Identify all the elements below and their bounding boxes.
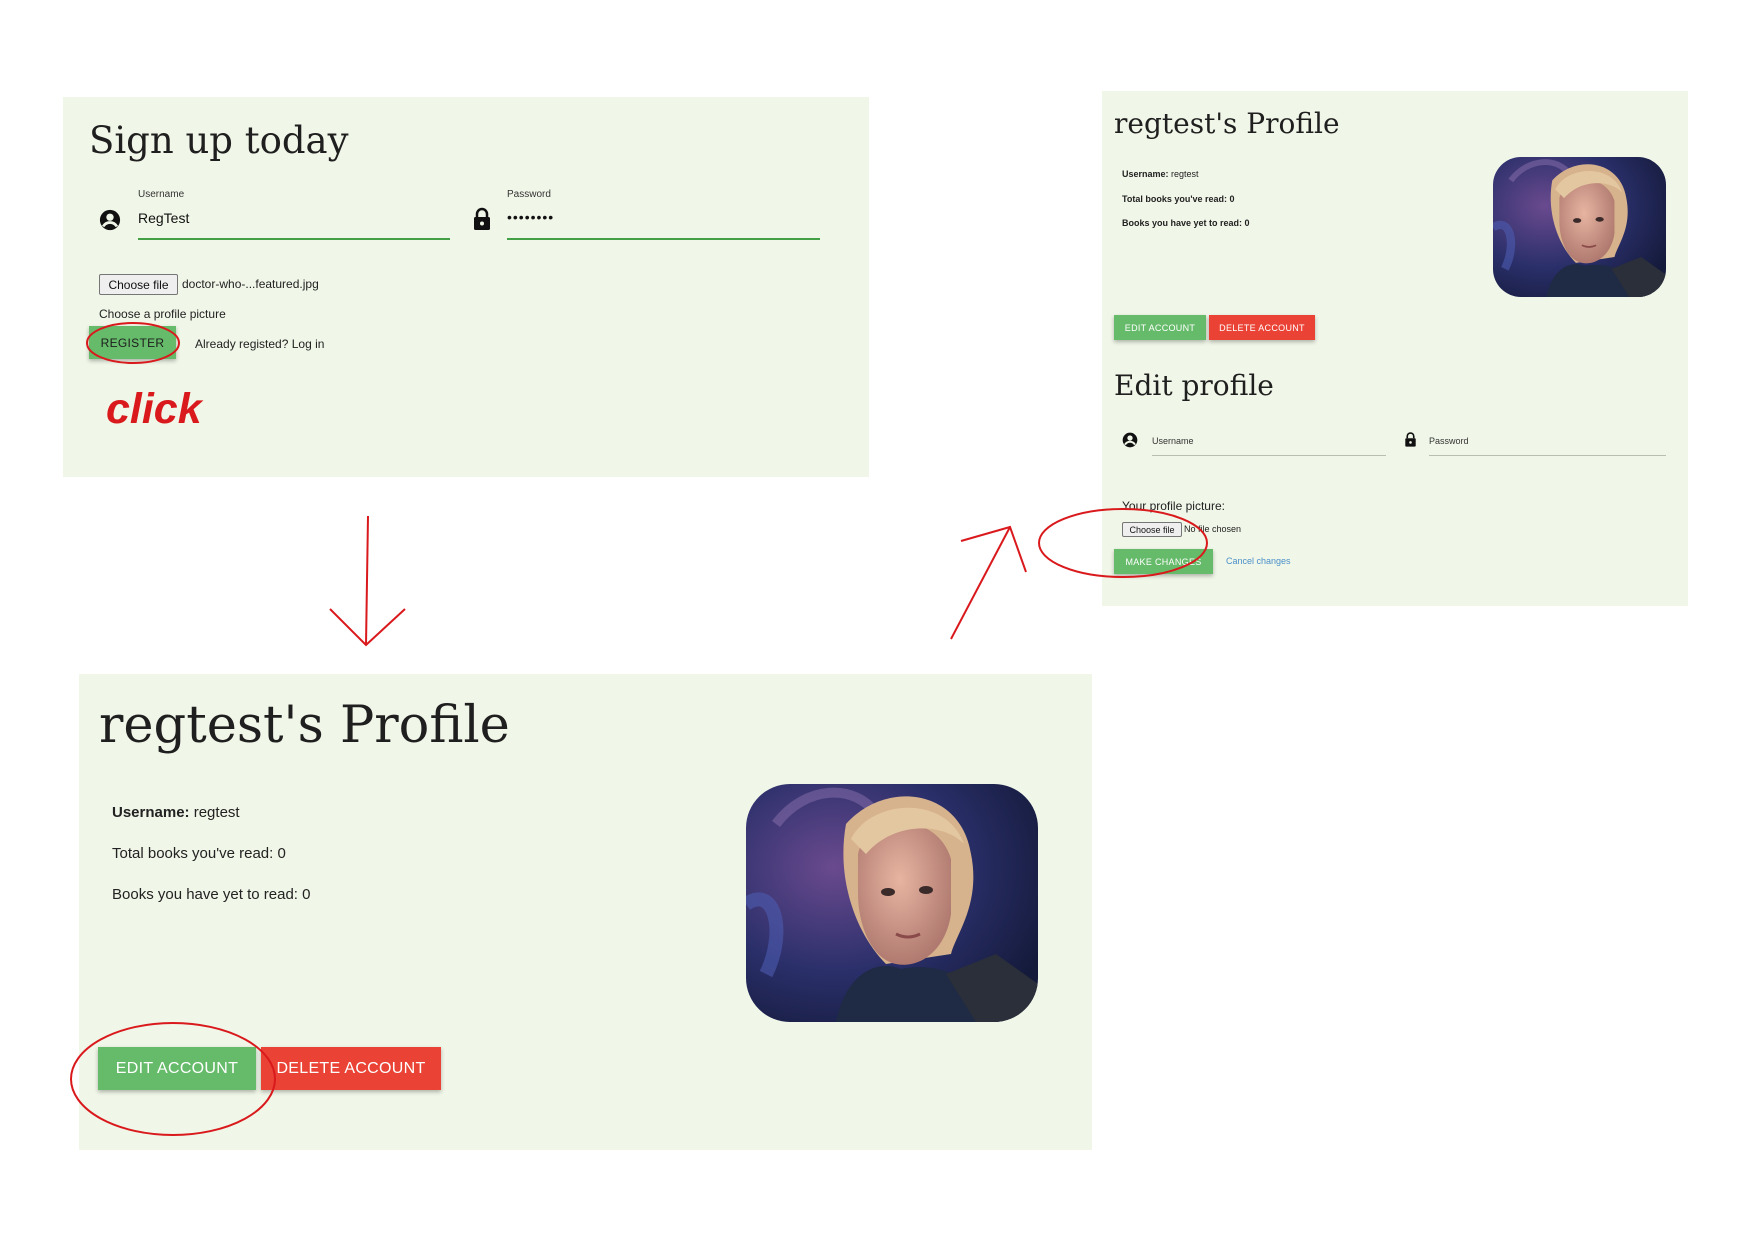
account-circle-icon [99, 209, 121, 231]
down-arrow-head [329, 608, 406, 647]
edit-username-input[interactable]: Username [1152, 436, 1386, 446]
profile-title: regtest's Profile [99, 696, 510, 755]
choose-file-button[interactable]: Choose file [99, 274, 178, 295]
username-key-small: Username: [1122, 169, 1169, 179]
login-link[interactable]: Already registed? Log in [195, 337, 324, 351]
password-input[interactable]: •••••••• [507, 209, 820, 225]
delete-account-button-small[interactable]: DELETE ACCOUNT [1209, 315, 1315, 340]
down-arrow-shaft [365, 515, 369, 646]
register-button[interactable]: REGISTER [89, 326, 176, 359]
delete-account-button[interactable]: DELETE ACCOUNT [261, 1047, 441, 1090]
edit-username-underline [1152, 455, 1386, 456]
password-label: Password [507, 189, 551, 200]
username-underline [138, 238, 450, 240]
edit-account-button[interactable]: EDIT ACCOUNT [98, 1047, 256, 1090]
signup-panel: Sign up today Username RegTest Password … [63, 97, 869, 477]
file-hint: Choose a profile picture [99, 307, 226, 321]
click-annotation: click [106, 385, 202, 433]
username-key: Username: [112, 804, 190, 821]
edit-account-button-small[interactable]: EDIT ACCOUNT [1114, 315, 1206, 340]
profile-picture [746, 784, 1038, 1022]
profile-panel-large: regtest's Profile Username: regtest Tota… [79, 674, 1092, 1150]
edit-password-underline [1429, 455, 1666, 456]
username-value-small: regtest [1171, 169, 1199, 179]
file-name: doctor-who-...featured.jpg [182, 277, 319, 291]
up-arrow-shaft [950, 526, 1011, 640]
books-read: Total books you've read: 0 [112, 845, 286, 862]
lock-icon [1404, 431, 1417, 448]
username-line: Username: regtest [112, 804, 240, 821]
books-read-small: Total books you've read: 0 [1122, 194, 1235, 204]
username-input[interactable]: RegTest [138, 210, 450, 226]
books-to-read-small: Books you have yet to read: 0 [1122, 218, 1250, 228]
profile-title-small: regtest's Profile [1114, 107, 1340, 140]
make-changes-button[interactable]: MAKE CHANGES [1114, 549, 1213, 574]
lock-icon [472, 207, 492, 231]
profile-picture-small [1493, 157, 1666, 297]
signup-title: Sign up today [89, 119, 349, 162]
profile-picture-label: Your profile picture: [1122, 499, 1225, 513]
password-underline [507, 238, 820, 240]
profile-panel-small: regtest's Profile Username: regtest Tota… [1102, 91, 1688, 606]
edit-password-input[interactable]: Password [1429, 436, 1666, 446]
cancel-changes-link[interactable]: Cancel changes [1226, 556, 1291, 566]
books-to-read: Books you have yet to read: 0 [112, 886, 311, 903]
file-status: No file chosen [1184, 524, 1242, 534]
edit-choose-file-button[interactable]: Choose file [1122, 522, 1182, 537]
edit-profile-title: Edit profile [1114, 369, 1274, 402]
up-arrow-head [960, 525, 1027, 573]
username-line-small: Username: regtest [1122, 169, 1199, 179]
username-label: Username [138, 189, 185, 200]
account-circle-icon [1122, 432, 1138, 448]
username-value: regtest [193, 804, 240, 821]
